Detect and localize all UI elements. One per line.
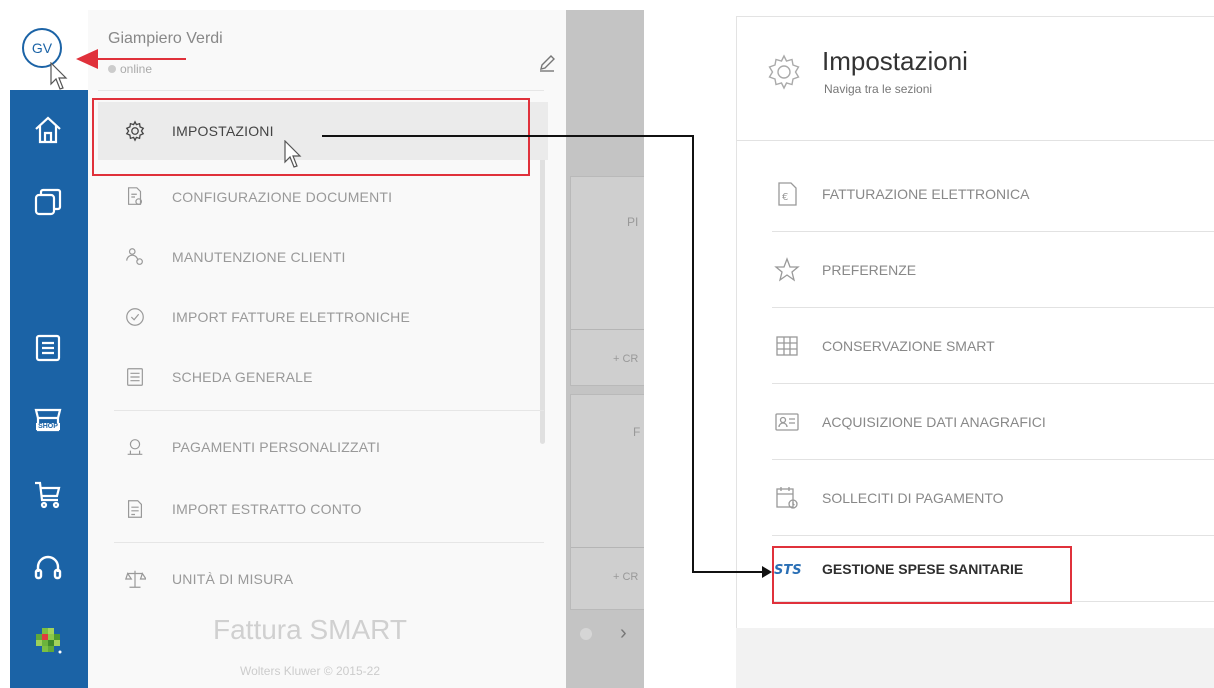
payments-icon <box>124 436 146 458</box>
settings-item-label: PREFERENZE <box>822 261 917 278</box>
menu-item-import-fatture-elettroniche[interactable]: IMPORT FATTURE ELETTRONICHE <box>98 288 548 346</box>
menu-item-configurazione-documenti[interactable]: CONFIGURAZIONE DOCUMENTI <box>98 168 548 226</box>
menu-item-unita-di-misura[interactable]: UNITÀ DI MISURA <box>98 550 548 608</box>
pager-dot[interactable] <box>580 628 592 640</box>
menu-item-label: MANUTENZIONE CLIENTI <box>172 249 346 265</box>
archive-grid-icon <box>772 331 802 361</box>
menu-item-label: SCHEDA GENERALE <box>172 369 313 385</box>
menu-item-label: PAGAMENTI PERSONALIZZATI <box>172 439 381 455</box>
document-list-icon[interactable] <box>28 328 68 368</box>
svg-text:€: € <box>782 192 788 203</box>
settings-item-label: CONSERVAZIONE SMART <box>822 337 995 354</box>
annotation-arrowhead <box>76 49 98 69</box>
windows-icon[interactable] <box>28 182 68 222</box>
mouse-cursor-icon <box>284 139 306 170</box>
settings-panel-footer <box>736 628 1214 688</box>
menu-item-label: IMPORT FATTURE ELETTRONICHE <box>172 309 410 325</box>
star-icon <box>772 255 802 285</box>
clock-import-icon <box>124 306 146 328</box>
mouse-cursor-icon <box>50 61 72 92</box>
euro-document-icon: € <box>772 179 802 209</box>
menu-item-label: CONFIGURAZIONE DOCUMENTI <box>172 189 393 205</box>
annotation-connector <box>322 135 694 137</box>
users-settings-icon <box>124 246 146 268</box>
home-icon[interactable] <box>28 110 68 150</box>
settings-item-label: FATTURAZIONE ELETTRONICA <box>822 185 1030 202</box>
scale-icon <box>124 568 146 590</box>
shop-icon[interactable]: SHOP <box>28 400 68 440</box>
annotation-arrowhead <box>762 566 772 578</box>
pixel-logo-icon <box>28 620 68 660</box>
sheet-icon <box>124 366 146 388</box>
dimmed-background: PI + CR F + CR › <box>566 10 644 688</box>
menu-item-pagamenti-personalizzati[interactable]: PAGAMENTI PERSONALIZZATI <box>98 418 548 476</box>
chevron-right-icon[interactable]: › <box>620 622 627 645</box>
annotation-highlight-box <box>92 98 530 176</box>
shop-label: SHOP <box>36 423 60 430</box>
background-card: F + CR <box>570 394 644 610</box>
settings-item-conservazione-smart[interactable]: CONSERVAZIONE SMART <box>772 308 1214 384</box>
background-card-label: PI <box>627 215 639 229</box>
annotation-connector <box>692 571 764 573</box>
annotation-arrow-line <box>96 58 186 60</box>
cart-icon[interactable] <box>28 474 68 514</box>
settings-item-solleciti-di-pagamento[interactable]: SOLLECITI DI PAGAMENTO <box>772 460 1214 536</box>
background-card-create: + CR <box>613 571 639 583</box>
settings-title: Impostazioni <box>822 46 968 76</box>
menu-item-import-estratto-conto[interactable]: IMPORT ESTRATTO CONTO <box>98 480 548 538</box>
annotation-highlight-box <box>772 546 1072 604</box>
menu-item-label: IMPORT ESTRATTO CONTO <box>172 501 362 517</box>
settings-item-preferenze[interactable]: PREFERENZE <box>772 232 1214 308</box>
menu-item-manutenzione-clienti[interactable]: MANUTENZIONE CLIENTI <box>98 228 548 286</box>
calendar-reminder-icon <box>772 483 802 513</box>
background-card-create: + CR <box>613 353 639 365</box>
settings-item-label: SOLLECITI DI PAGAMENTO <box>822 489 1004 506</box>
product-name: Fattura SMART <box>213 614 407 645</box>
documents-settings-icon <box>124 186 146 208</box>
app-rail: SHOP <box>10 90 88 688</box>
settings-item-acquisizione-dati-anagrafici[interactable]: ACQUISIZIONE DATI ANAGRAFICI <box>772 384 1214 460</box>
background-card: PI + CR <box>570 176 644 386</box>
id-card-icon <box>772 407 802 437</box>
menu-item-label: UNITÀ DI MISURA <box>172 571 294 587</box>
gear-icon <box>764 52 804 92</box>
copyright-text: Wolters Kluwer © 2015-22 <box>239 664 380 678</box>
settings-subtitle: Naviga tra le sezioni <box>824 82 933 96</box>
settings-item-label: ACQUISIZIONE DATI ANAGRAFICI <box>822 413 1046 430</box>
statement-icon <box>124 498 146 520</box>
annotation-connector <box>692 135 694 573</box>
background-card-label: F <box>633 425 641 439</box>
headset-icon[interactable] <box>28 548 68 588</box>
settings-item-fatturazione-elettronica[interactable]: € FATTURAZIONE ELETTRONICA <box>772 156 1214 232</box>
menu-item-scheda-generale[interactable]: SCHEDA GENERALE <box>98 348 548 406</box>
